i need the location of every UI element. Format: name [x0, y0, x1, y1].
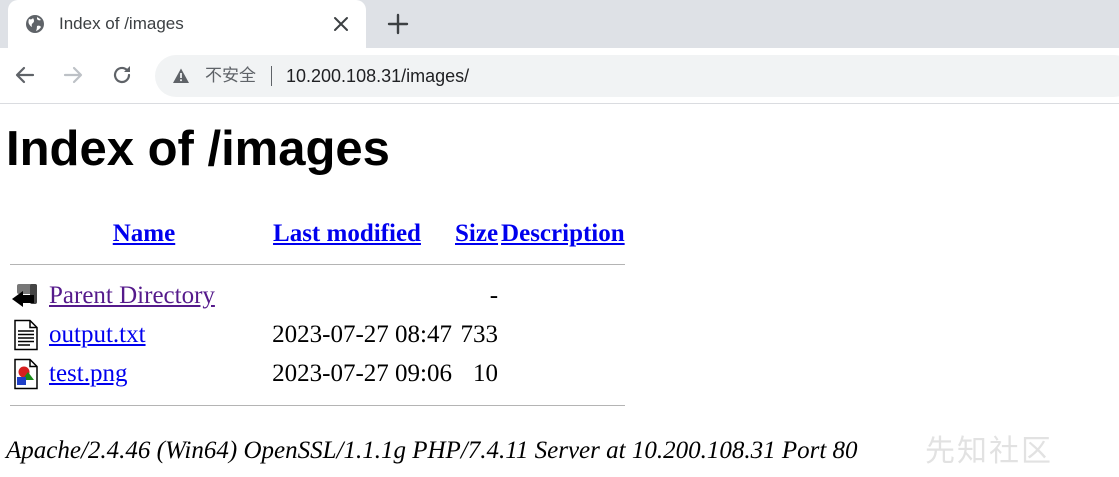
tab-strip: Index of /images	[0, 0, 1119, 48]
row-size-cell: 10	[473, 359, 499, 387]
row-description-cell	[501, 316, 625, 353]
back-icon	[12, 283, 37, 307]
listing-header-row: Name Last modified Size Description	[10, 217, 625, 251]
parent-directory-link[interactable]: Parent Directory	[49, 282, 215, 309]
file-link[interactable]: output.txt	[49, 321, 146, 348]
globe-icon	[26, 15, 44, 33]
tab-title: Index of /images	[59, 14, 184, 33]
row-icon-cell	[10, 277, 46, 314]
row-description-cell	[501, 277, 625, 314]
row-icon-cell	[10, 355, 46, 392]
security-label[interactable]: 不安全	[205, 65, 256, 87]
sort-by-last-modified-link[interactable]: Last modified	[273, 220, 421, 247]
size-column-header: Size	[455, 217, 498, 251]
url-text[interactable]: 10.200.108.31/images/	[286, 65, 469, 87]
sort-by-name-link[interactable]: Name	[113, 220, 175, 247]
page-title: Index of /images	[6, 122, 390, 176]
forward-arrow-icon[interactable]	[61, 63, 85, 87]
address-separator	[271, 66, 272, 86]
server-signature: Apache/2.4.46 (Win64) OpenSSL/1.1.1g PHP…	[6, 437, 858, 464]
row-size-cell: -	[489, 281, 499, 309]
separator-row	[10, 394, 625, 416]
row-description-cell	[501, 355, 625, 392]
sort-by-size-link[interactable]: Size	[455, 220, 498, 247]
row-name-cell: test.png	[49, 355, 239, 392]
last-modified-column-header: Last modified	[242, 217, 452, 251]
reload-icon[interactable]	[110, 63, 134, 87]
new-tab-icon[interactable]	[386, 12, 410, 36]
image-file-icon	[14, 358, 38, 389]
row-icon-cell	[10, 316, 46, 353]
directory-listing: Name Last modified Size Description Pare…	[7, 215, 628, 418]
icon-column-header	[10, 217, 46, 251]
warning-icon[interactable]	[172, 67, 190, 85]
horizontal-rule	[10, 404, 625, 406]
watermark: 先知社区	[925, 434, 1053, 469]
table-row: Parent Directory -	[10, 277, 625, 314]
name-column-header: Name	[49, 217, 239, 251]
row-modified-cell	[242, 277, 452, 314]
back-arrow-icon[interactable]	[13, 63, 37, 87]
separator-row	[10, 253, 625, 275]
close-icon[interactable]	[332, 15, 350, 33]
table-row: test.png 2023-07-27 09:06 10	[10, 355, 625, 392]
row-name-cell: output.txt	[49, 316, 239, 353]
row-modified-cell: 2023-07-27 08:47	[272, 320, 452, 348]
file-link[interactable]: test.png	[49, 360, 127, 387]
tab-images[interactable]: Index of /images	[8, 0, 366, 48]
description-column-header: Description	[501, 217, 625, 251]
row-name-cell: Parent Directory	[49, 277, 239, 314]
horizontal-rule	[10, 263, 625, 265]
browser-toolbar: 不安全 10.200.108.31/images/	[0, 48, 1119, 104]
address-bar[interactable]: 不安全 10.200.108.31/images/	[155, 55, 1119, 97]
sort-by-description-link[interactable]: Description	[501, 220, 625, 247]
table-row: output.txt 2023-07-27 08:47 733	[10, 316, 625, 353]
row-size-cell: 733	[460, 320, 499, 348]
row-modified-cell: 2023-07-27 09:06	[272, 359, 452, 387]
text-file-icon	[14, 319, 38, 350]
